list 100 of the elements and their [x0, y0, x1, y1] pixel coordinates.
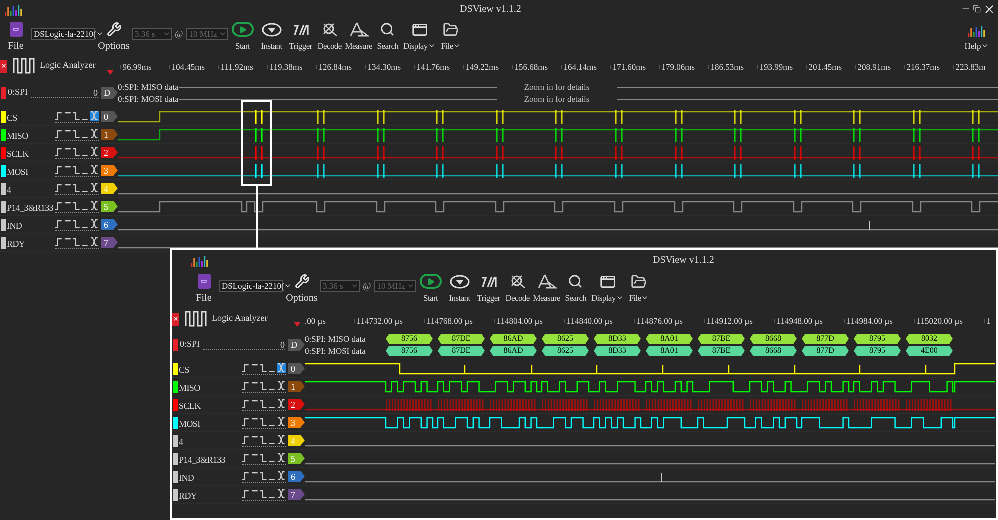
file-button[interactable]: File	[192, 274, 216, 304]
caret-icon	[351, 282, 359, 290]
start-icon	[232, 22, 254, 37]
toolbar-button[interactable]: Search	[373, 22, 402, 50]
decoded-value: 87DE	[438, 346, 485, 356]
time-label: +114984.00 µs	[842, 316, 893, 326]
time-label: +201.45ms	[804, 62, 842, 72]
channel-number-tab[interactable]: 0	[288, 362, 305, 374]
toolbar-button[interactable]: Trigger	[286, 22, 316, 50]
decoded-value: 86AD	[490, 334, 537, 344]
decoder-badge[interactable]: D	[288, 339, 305, 351]
channel-name: MISO	[179, 382, 200, 392]
options-button[interactable]: Options	[98, 22, 130, 52]
decoded-value: 8D33	[594, 346, 641, 356]
decoded-value: 8625	[542, 334, 589, 344]
channel-number-tab[interactable]: 0	[101, 110, 118, 122]
decoder-row-label: 0:SPI: MOSI data	[118, 92, 179, 106]
close-icon[interactable]	[983, 2, 996, 16]
decoder-badge[interactable]: D	[101, 87, 118, 99]
decoded-value: 877D	[802, 334, 849, 344]
close-icon[interactable]	[0, 60, 7, 72]
decoded-value: 8756	[386, 346, 433, 356]
decoded-value: 87BE	[698, 346, 745, 356]
any-edge-icon[interactable]	[277, 363, 286, 373]
dropdown-caret-icon[interactable]	[107, 70, 114, 75]
decoded-value: 8795	[854, 334, 901, 344]
square-wave-icon	[185, 311, 207, 327]
time-label: +208.91ms	[853, 62, 892, 72]
toolbar-button[interactable]: File	[436, 22, 466, 50]
channel-number-tab[interactable]: 7	[101, 236, 118, 248]
toolbar-button[interactable]: Trigger	[474, 274, 504, 302]
toolbar-button[interactable]: Measure	[344, 22, 374, 50]
help-button[interactable]: Help	[964, 22, 990, 50]
close-icon[interactable]	[172, 312, 179, 326]
any-edge-icon[interactable]	[90, 219, 100, 229]
decoder-name: 0:SPI	[8, 86, 28, 100]
dropdown-caret-icon[interactable]	[294, 322, 301, 327]
any-edge-icon[interactable]	[90, 183, 100, 193]
any-edge-icon[interactable]	[277, 435, 286, 445]
decoded-value: 8A01	[646, 334, 693, 344]
channel-name: MISO	[7, 130, 28, 140]
search-icon	[568, 274, 584, 289]
toolbar-button[interactable]: Instant	[257, 22, 286, 50]
channel-number-tab[interactable]: 6	[101, 218, 118, 230]
decoded-value: 8625	[542, 346, 589, 356]
any-edge-icon[interactable]	[277, 381, 286, 391]
decoder-index: 0	[94, 88, 98, 97]
channel-name: SCLK	[7, 148, 29, 158]
device-icon	[198, 274, 210, 289]
toolbar-button[interactable]: Display	[402, 22, 437, 50]
toolbar-button[interactable]: File	[624, 274, 654, 302]
any-edge-icon[interactable]	[277, 471, 286, 481]
time-label: +114804.00 µs	[492, 316, 543, 326]
channel-name: P14_3&R133	[7, 202, 54, 212]
toolbar-button[interactable]: Search	[561, 274, 590, 302]
toolbar-button[interactable]: Start	[416, 274, 446, 302]
decoded-value: 8D33	[594, 334, 641, 344]
any-edge-icon[interactable]	[90, 201, 100, 211]
measure-icon	[536, 274, 557, 289]
channel-number-tab[interactable]: 6	[288, 470, 305, 482]
toolbar-button[interactable]: Start	[228, 22, 258, 50]
any-edge-icon[interactable]	[90, 165, 100, 175]
decoded-value: 877D	[802, 346, 849, 356]
time-label: .00 µs	[305, 316, 326, 326]
channel-number-tab[interactable]: 2	[288, 398, 305, 410]
any-edge-icon[interactable]	[277, 417, 286, 427]
options-button[interactable]: Options	[286, 274, 318, 304]
any-edge-icon[interactable]	[90, 237, 100, 247]
any-edge-icon[interactable]	[277, 489, 286, 499]
any-edge-icon[interactable]	[90, 129, 100, 139]
any-edge-icon[interactable]	[90, 147, 100, 157]
folder-icon	[631, 274, 648, 290]
decoder-row-label: 0:SPI: MISO data	[305, 332, 367, 346]
toolbar-button[interactable]: Decode	[503, 274, 532, 302]
any-edge-icon[interactable]	[277, 399, 286, 409]
time-label: +114948.00 µs	[772, 316, 823, 326]
toolbar-button[interactable]: Measure	[532, 274, 562, 302]
caret-icon	[284, 282, 292, 290]
toolbar-button[interactable]: Display	[590, 274, 625, 302]
zoom-notice: Zoom in for details	[523, 80, 591, 94]
at-sign: @	[363, 280, 372, 292]
decoded-value: 87BE	[698, 334, 745, 344]
decoded-value: 8A01	[646, 346, 693, 356]
channel-name: RDY	[179, 490, 198, 500]
time-label: +96.99ms	[118, 62, 152, 72]
device-mode-label: Logic Analyzer	[212, 312, 268, 326]
file-button[interactable]: File	[4, 22, 28, 52]
channel-number-tab[interactable]: 1	[288, 380, 305, 392]
toolbar-button[interactable]: Instant	[445, 274, 474, 302]
channel-number-tab[interactable]: 1	[101, 128, 118, 140]
caret-icon	[219, 30, 228, 38]
any-edge-icon[interactable]	[90, 111, 100, 121]
time-label: +114912.00 µs	[702, 316, 753, 326]
time-label: +216.37ms	[902, 62, 940, 72]
channel-number-tab[interactable]: 2	[101, 146, 118, 158]
channel-number-tab[interactable]: 7	[288, 488, 305, 500]
any-edge-icon[interactable]	[277, 453, 286, 463]
restore-icon[interactable]	[973, 5, 981, 13]
toolbar-button[interactable]: Decode	[315, 22, 344, 50]
channel-name: MOSI	[179, 418, 200, 428]
